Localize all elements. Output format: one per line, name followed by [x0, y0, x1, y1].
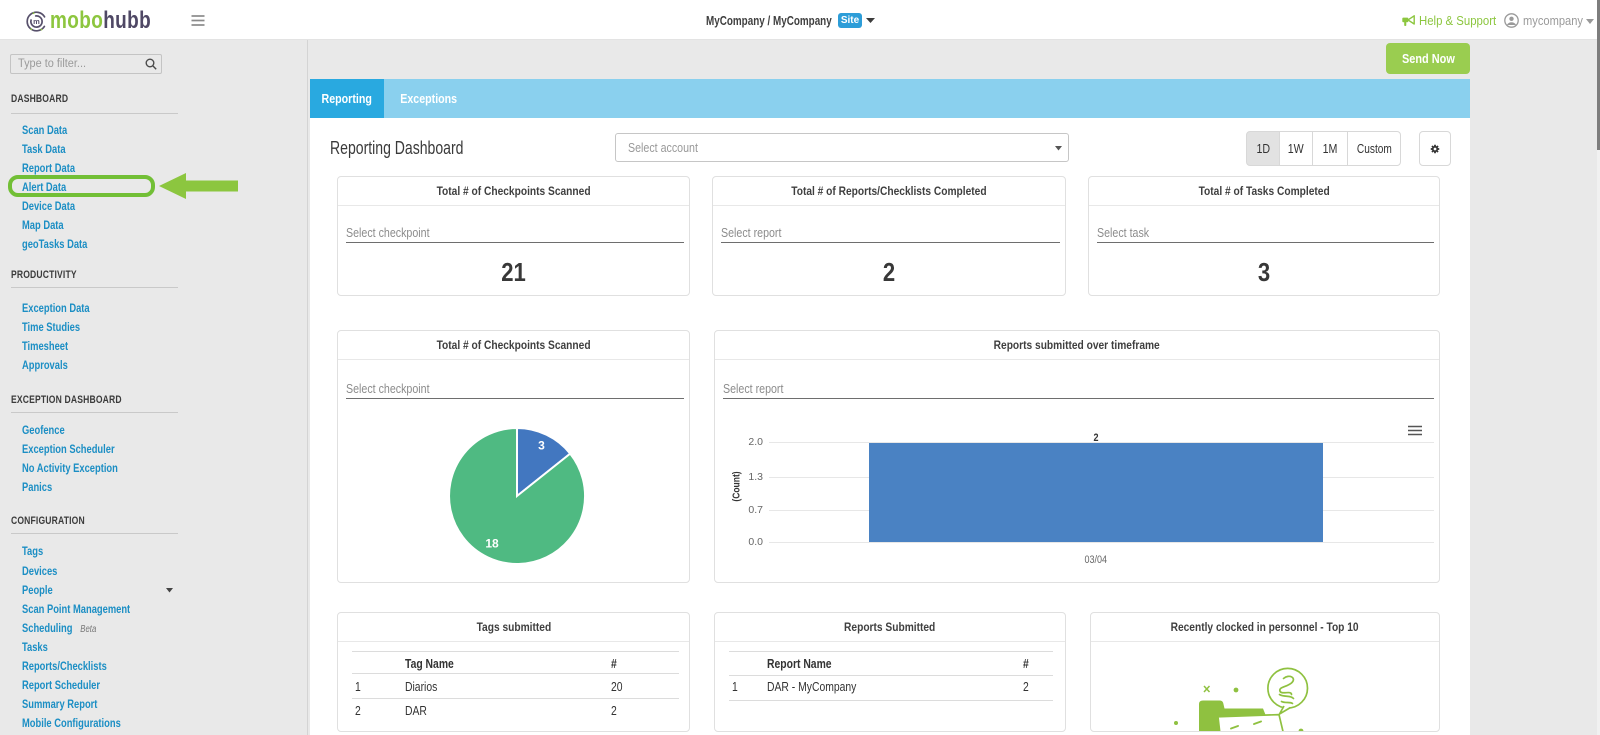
svg-text:3: 3 — [538, 439, 545, 453]
svg-text:18: 18 — [485, 537, 499, 551]
svg-text:m: m — [33, 17, 40, 26]
